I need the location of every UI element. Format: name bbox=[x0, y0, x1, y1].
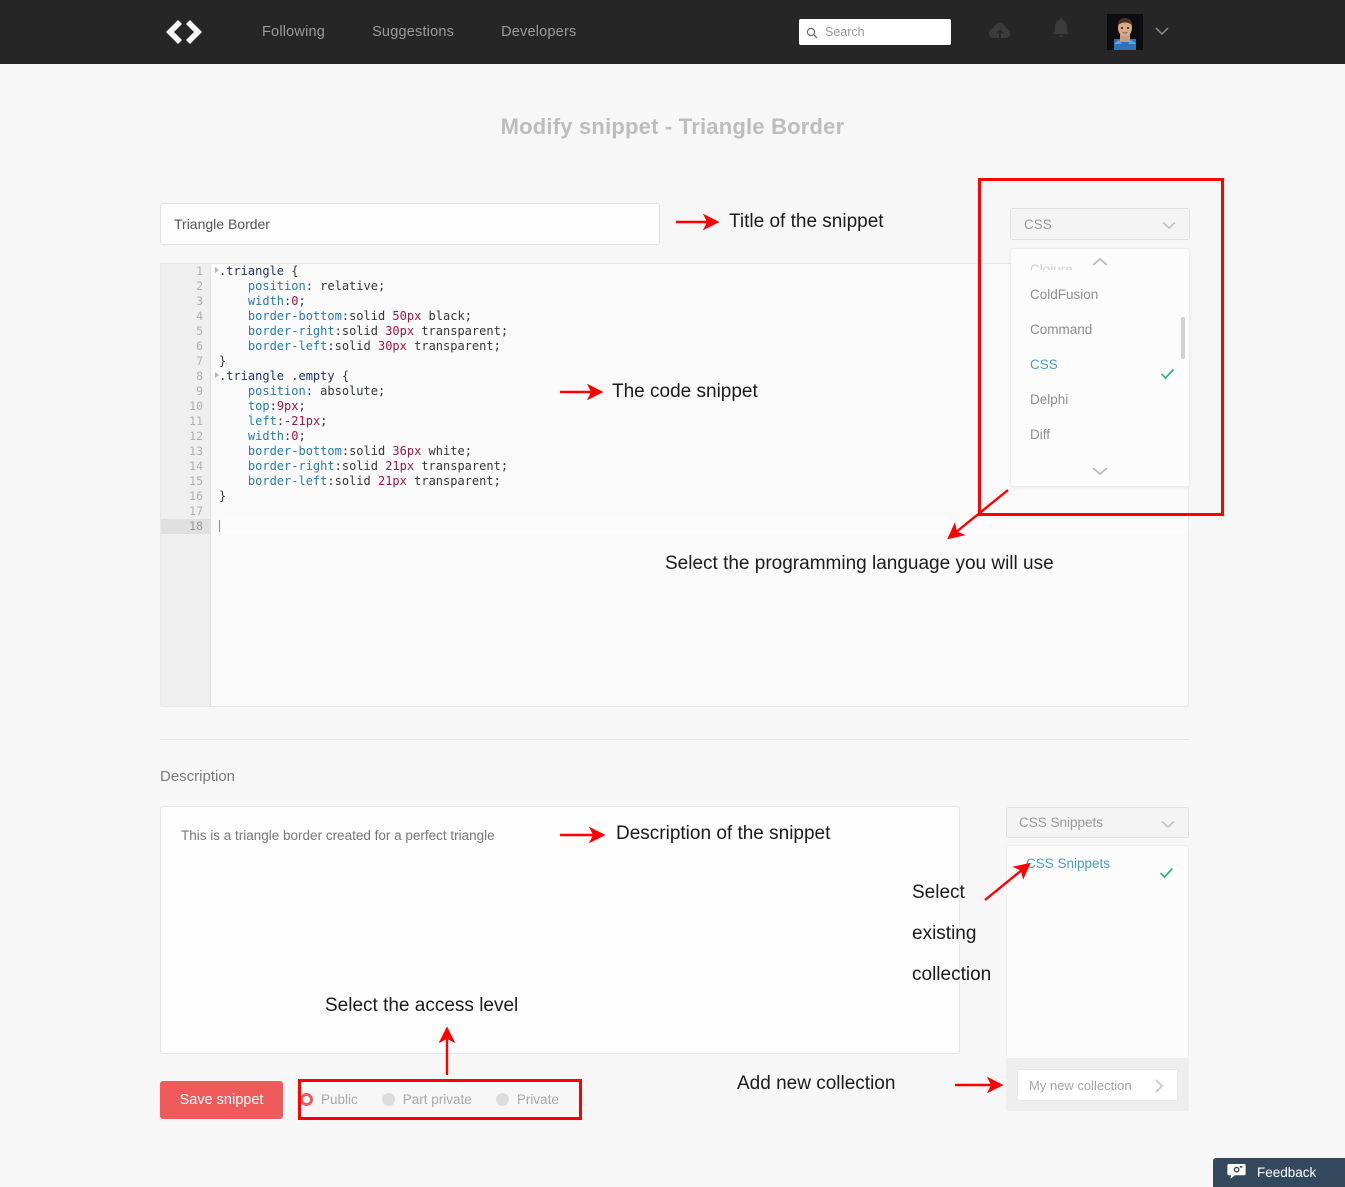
save-snippet-button[interactable]: Save snippet bbox=[160, 1081, 283, 1119]
collection-option-css-snippets[interactable]: CSS Snippets bbox=[1007, 846, 1188, 881]
search-input[interactable] bbox=[823, 24, 939, 40]
language-option-delphi[interactable]: Delphi bbox=[1011, 382, 1189, 417]
chevron-right-icon[interactable] bbox=[1152, 1078, 1166, 1099]
editor-line-number: 18 bbox=[161, 519, 210, 534]
section-divider bbox=[160, 739, 1189, 740]
feedback-button[interactable]: Feedback bbox=[1213, 1158, 1345, 1187]
editor-line-number: 13 bbox=[161, 444, 210, 459]
editor-line-number: 14 bbox=[161, 459, 210, 474]
editor-line-number: 1 bbox=[161, 264, 210, 279]
annotation-new-collection: Add new collection bbox=[737, 1073, 895, 1095]
language-menu-scroll-down[interactable] bbox=[1011, 458, 1189, 486]
language-option-label: Delphi bbox=[1030, 392, 1068, 407]
access-level-label: Public bbox=[321, 1092, 358, 1107]
editor-line-number: 12 bbox=[161, 429, 210, 444]
page-title: Modify snippet - Triangle Border bbox=[0, 114, 1345, 140]
access-level-public[interactable]: Public bbox=[300, 1092, 358, 1107]
chevron-down-icon bbox=[1161, 218, 1177, 232]
annotation-collection-line1: Select bbox=[912, 882, 965, 904]
language-option-label: ColdFusion bbox=[1030, 287, 1098, 302]
collection-dropdown-menu[interactable]: CSS Snippets bbox=[1006, 845, 1189, 1059]
cloud-upload-icon[interactable] bbox=[986, 19, 1014, 45]
search-box[interactable] bbox=[799, 19, 951, 45]
access-level-part-private[interactable]: Part private bbox=[382, 1092, 472, 1107]
editor-code-line bbox=[219, 504, 1188, 519]
editor-line-number: 17 bbox=[161, 504, 210, 519]
editor-line-number: 3 bbox=[161, 294, 210, 309]
language-option-diff[interactable]: Diff bbox=[1011, 417, 1189, 452]
editor-line-number: 6 bbox=[161, 339, 210, 354]
collection-select-value: CSS Snippets bbox=[1019, 815, 1103, 830]
language-dropdown-menu[interactable]: Clojure ColdFusionCommandCSSDelphiDiff bbox=[1010, 248, 1190, 487]
language-option-css[interactable]: CSS bbox=[1011, 347, 1189, 382]
editor-line-number: 9 bbox=[161, 384, 210, 399]
language-menu-scroll-up[interactable] bbox=[1011, 249, 1189, 277]
nav-link-developers[interactable]: Developers bbox=[501, 24, 576, 40]
editor-line-number: 10 bbox=[161, 399, 210, 414]
annotation-collection-line2: existing bbox=[912, 923, 976, 945]
editor-line-number: 5 bbox=[161, 324, 210, 339]
editor-code-line: } bbox=[219, 489, 1188, 504]
annotation-language: Select the programming language you will… bbox=[665, 553, 1054, 575]
description-label: Description bbox=[160, 768, 235, 785]
user-menu-chevron-down-icon[interactable] bbox=[1153, 24, 1171, 38]
language-option-label: Command bbox=[1030, 322, 1092, 337]
editor-caret bbox=[219, 520, 220, 532]
nav-links: Following Suggestions Developers bbox=[262, 24, 576, 40]
nav-link-following[interactable]: Following bbox=[262, 24, 325, 40]
editor-code-line bbox=[219, 519, 1188, 534]
access-level-label: Part private bbox=[403, 1092, 472, 1107]
editor-gutter: 123456789101112131415161718 bbox=[161, 264, 211, 706]
editor-line-number: 4 bbox=[161, 309, 210, 324]
chevron-down-icon bbox=[1160, 817, 1176, 831]
language-select[interactable]: CSS bbox=[1010, 208, 1190, 240]
editor-line-number: 2 bbox=[161, 279, 210, 294]
editor-line-number: 11 bbox=[161, 414, 210, 429]
editor-line-number: 15 bbox=[161, 474, 210, 489]
editor-line-number: 16 bbox=[161, 489, 210, 504]
language-option-command[interactable]: Command bbox=[1011, 312, 1189, 347]
access-level-radio-group: Public Part private Private bbox=[300, 1082, 576, 1117]
collection-select[interactable]: CSS Snippets bbox=[1006, 807, 1189, 838]
editor-line-number: 7 bbox=[161, 354, 210, 369]
language-select-value: CSS bbox=[1024, 217, 1052, 232]
feedback-label: Feedback bbox=[1257, 1165, 1316, 1180]
annotation-title: Title of the snippet bbox=[729, 211, 884, 233]
language-option-coldfusion[interactable]: ColdFusion bbox=[1011, 277, 1189, 312]
nav-link-suggestions[interactable]: Suggestions bbox=[372, 24, 454, 40]
collection-option-label: CSS Snippets bbox=[1026, 856, 1110, 871]
access-level-private[interactable]: Private bbox=[496, 1092, 559, 1107]
new-collection-area: My new collection bbox=[1006, 1059, 1189, 1111]
access-level-label: Private bbox=[517, 1092, 559, 1107]
new-collection-placeholder: My new collection bbox=[1029, 1078, 1132, 1093]
new-collection-input[interactable]: My new collection bbox=[1017, 1069, 1178, 1101]
description-text: This is a triangle border created for a … bbox=[181, 828, 495, 843]
annotation-collection-line3: collection bbox=[912, 964, 991, 986]
chevron-down-icon bbox=[1091, 465, 1109, 477]
radio-dot[interactable] bbox=[300, 1093, 313, 1106]
snippet-title-input[interactable] bbox=[160, 203, 660, 245]
radio-dot[interactable] bbox=[496, 1093, 509, 1106]
code-brackets-logo-icon[interactable] bbox=[163, 15, 205, 49]
check-icon bbox=[1159, 857, 1174, 892]
search-icon bbox=[806, 26, 818, 38]
annotation-access-level: Select the access level bbox=[325, 995, 518, 1017]
radio-dot[interactable] bbox=[382, 1093, 395, 1106]
top-navigation-bar: Following Suggestions Developers bbox=[0, 0, 1345, 64]
annotation-code: The code snippet bbox=[612, 381, 758, 403]
language-option-label: Diff bbox=[1030, 427, 1050, 442]
camera-feedback-icon bbox=[1227, 1162, 1246, 1184]
language-option-label: CSS bbox=[1030, 357, 1058, 372]
notification-bell-icon[interactable] bbox=[1049, 17, 1073, 45]
chevron-up-icon bbox=[1091, 256, 1109, 268]
annotation-description: Description of the snippet bbox=[616, 823, 830, 845]
user-avatar[interactable] bbox=[1107, 14, 1143, 50]
editor-line-number: 8 bbox=[161, 369, 210, 384]
description-textarea[interactable]: This is a triangle border created for a … bbox=[160, 806, 960, 1054]
